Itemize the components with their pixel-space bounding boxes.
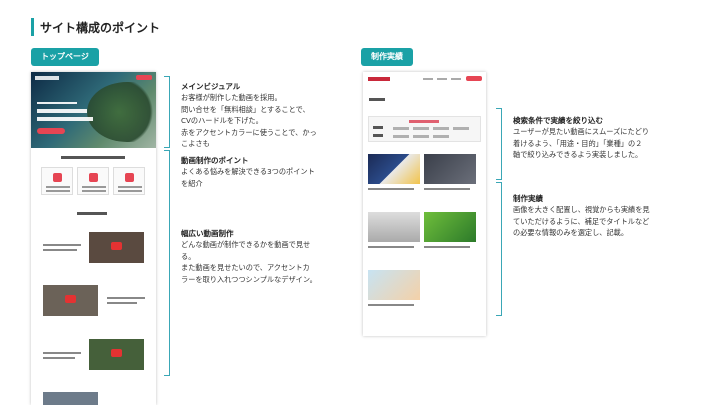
note-heading: メインビジュアル bbox=[181, 82, 241, 91]
hero-visual bbox=[31, 72, 156, 148]
note-wide-range: 幅広い動画制作 どんな動画が制作できるかを動画で見せ る。 また動画を見せたいの… bbox=[181, 229, 317, 284]
play-icon bbox=[111, 349, 122, 357]
note-search: 検索条件で実績を絞り込む ユーザーが見たい動画にスムーズにたどり 着けるよう、「… bbox=[513, 116, 650, 159]
bracket-search bbox=[496, 108, 502, 180]
site-logo-mark bbox=[368, 77, 390, 81]
work-thumbnail bbox=[368, 154, 420, 184]
play-icon bbox=[65, 295, 76, 303]
work-thumbnail bbox=[424, 154, 476, 184]
tag-works: 制作実績 bbox=[361, 48, 413, 66]
site-logo-mark bbox=[35, 76, 59, 80]
title-accent-bar bbox=[31, 18, 34, 36]
works-page-screenshot bbox=[363, 72, 486, 336]
work-thumbnail bbox=[424, 212, 476, 242]
note-main-visual: メインビジュアル お客様が制作した動画を採用。 問い合せを「無料相談」とすること… bbox=[181, 82, 317, 148]
note-heading: 検索条件で実績を絞り込む bbox=[513, 116, 603, 125]
play-icon bbox=[111, 242, 122, 250]
note-heading: 動画制作のポイント bbox=[181, 156, 249, 165]
note-heading: 幅広い動画制作 bbox=[181, 229, 234, 238]
bracket-video-points bbox=[164, 150, 170, 376]
point-icon bbox=[53, 173, 62, 182]
search-filter-box bbox=[368, 116, 481, 142]
contact-button-mark bbox=[466, 76, 482, 81]
bracket-works bbox=[496, 182, 502, 316]
work-thumbnail bbox=[368, 270, 420, 300]
top-page-screenshot bbox=[31, 72, 156, 405]
hero-cta-mark bbox=[37, 128, 65, 134]
point-icon bbox=[89, 173, 98, 182]
note-heading: 制作実績 bbox=[513, 194, 543, 203]
bracket-main-visual bbox=[164, 76, 170, 148]
point-icon bbox=[125, 173, 134, 182]
note-works: 制作実績 画像を大きく配置し、視覚からも実績を見 ていただけるように、補足でタイ… bbox=[513, 194, 650, 237]
tag-top-page: トップページ bbox=[31, 48, 99, 66]
note-video-points: 動画制作のポイント よくある悩みを解決できる3つのポイント を紹介 bbox=[181, 156, 315, 188]
work-thumbnail bbox=[368, 212, 420, 242]
contact-button-mark bbox=[136, 75, 152, 80]
page-title: サイト構成のポイント bbox=[40, 21, 161, 35]
